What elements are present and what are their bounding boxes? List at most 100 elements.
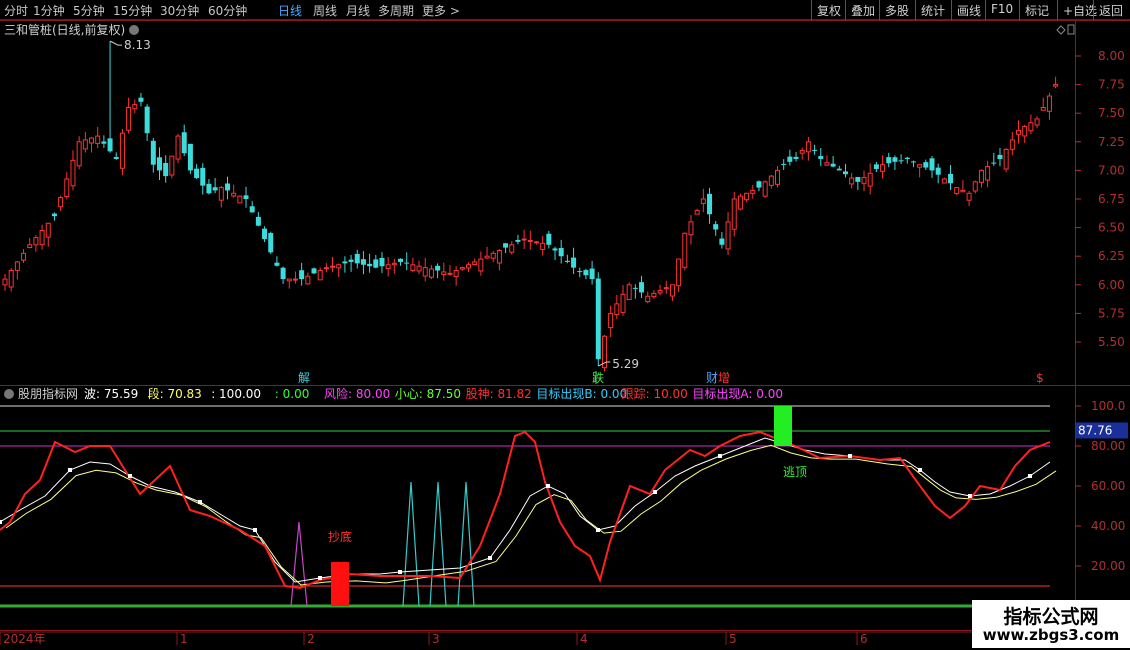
candle-body (206, 183, 212, 194)
indicator-value: 波: 75.59 (84, 387, 138, 401)
candle-body (842, 171, 848, 175)
candle-body (756, 181, 762, 188)
price-axis-label: 5.50 (1098, 335, 1125, 349)
candle-body (27, 244, 33, 249)
candle-body (1046, 95, 1052, 112)
candle-body (70, 159, 76, 187)
candle-body (985, 166, 991, 181)
candle-body (799, 149, 805, 154)
candle-body (731, 198, 737, 230)
candle-body (89, 137, 95, 144)
bo-marker (488, 556, 492, 560)
candle-body (632, 287, 638, 289)
candle-body (620, 293, 626, 313)
bo-marker (68, 468, 72, 472)
candle-body (33, 237, 39, 246)
candle-body (441, 271, 447, 276)
bo-marker (128, 474, 132, 478)
candle-body (422, 267, 428, 277)
candle-body (503, 243, 509, 248)
bottom-signal-label: 抄底 (328, 529, 352, 544)
stock-chart[interactable]: 三和管桩(日线,前复权) 8.00 7.75 7.50 7.25 7.00 6.75 6.50… (0, 0, 1130, 650)
candle-body (385, 264, 391, 269)
event-marker: 跌 (592, 370, 604, 385)
candle-body (268, 233, 274, 253)
price-axis-label: 6.75 (1098, 192, 1125, 206)
candle-body (972, 181, 978, 192)
candle-body (923, 162, 929, 168)
candle-body (787, 156, 793, 162)
time-axis-label: 1 (180, 632, 188, 646)
candle-body (459, 267, 465, 270)
price-axis-label: 7.50 (1098, 106, 1125, 120)
candle-body (274, 262, 280, 266)
candle-body (583, 270, 589, 276)
indicator-axis-label: 60.00 (1091, 479, 1125, 493)
indicator-value: 目标出现A: 0.00 (692, 387, 783, 401)
candle-body (292, 278, 298, 281)
candle-body (750, 189, 756, 194)
candle-body (663, 287, 669, 290)
candle-body (8, 270, 14, 288)
bo-marker (718, 454, 722, 458)
price-axis-label: 6.00 (1098, 278, 1125, 292)
indicator-value: 目标出现B: 0.00 (536, 387, 627, 401)
time-axis-label: 2024年 (3, 632, 46, 646)
candle-body (1003, 148, 1009, 170)
candle-body (175, 135, 181, 160)
candle-body (21, 252, 27, 261)
price-axis-label: 5.75 (1098, 306, 1125, 320)
candle-body (762, 181, 768, 197)
candle-body (700, 198, 706, 204)
signal-spike (429, 481, 447, 607)
candle-body (744, 192, 750, 201)
candle-body (793, 156, 799, 159)
candle-body (589, 268, 595, 280)
candle-body (119, 132, 125, 169)
candle-body (898, 160, 904, 162)
candle-body (150, 140, 156, 165)
candle-body (781, 163, 787, 165)
price-axis-label: 7.25 (1098, 135, 1125, 149)
panel-toggle-icon[interactable] (1067, 24, 1075, 35)
high-pointer (109, 40, 123, 46)
low-price-label: 5.29 (612, 357, 639, 371)
candle-body (243, 195, 249, 199)
candle-body (224, 183, 230, 191)
watermark-logo: 指标公式网 www.zbgs3.com (972, 600, 1130, 648)
indicator-value: 股神: 81.82 (466, 387, 532, 401)
watermark-title: 指标公式网 (1003, 606, 1099, 628)
indicator-axis-label: 20.00 (1091, 559, 1125, 573)
bo-marker (198, 500, 202, 504)
candle-body (360, 259, 366, 265)
indicator-value: : 0.00 (275, 387, 310, 401)
candle-body (805, 141, 811, 153)
candle-body (212, 187, 218, 191)
candle-body (466, 264, 471, 269)
indicator-value: 风险: 80.00 (324, 386, 390, 401)
candle-body (737, 195, 743, 210)
time-axis-label: 4 (580, 632, 588, 646)
candle-body (719, 238, 725, 245)
candle-body (682, 232, 688, 268)
candle-body (435, 265, 441, 271)
candle-body (478, 258, 484, 272)
indicator-axis-label: 40.00 (1091, 519, 1125, 533)
candle-body (521, 238, 527, 241)
candle-body (231, 192, 237, 197)
candle-body (880, 164, 886, 172)
candle-body (299, 270, 305, 280)
candle-body (997, 154, 1003, 159)
candle-body (713, 224, 719, 230)
watermark-url: www.zbgs3.com (982, 626, 1120, 644)
chevron-down-icon[interactable] (4, 389, 14, 399)
candle-body (76, 141, 82, 167)
diamond-icon[interactable] (1056, 25, 1066, 35)
chevron-down-icon[interactable] (129, 25, 139, 35)
candle-body (595, 278, 601, 360)
candle-body (818, 156, 824, 159)
candle-body (132, 104, 138, 110)
event-marker: 财 (706, 371, 718, 385)
candle-body (194, 168, 200, 179)
candle-body (669, 284, 675, 297)
